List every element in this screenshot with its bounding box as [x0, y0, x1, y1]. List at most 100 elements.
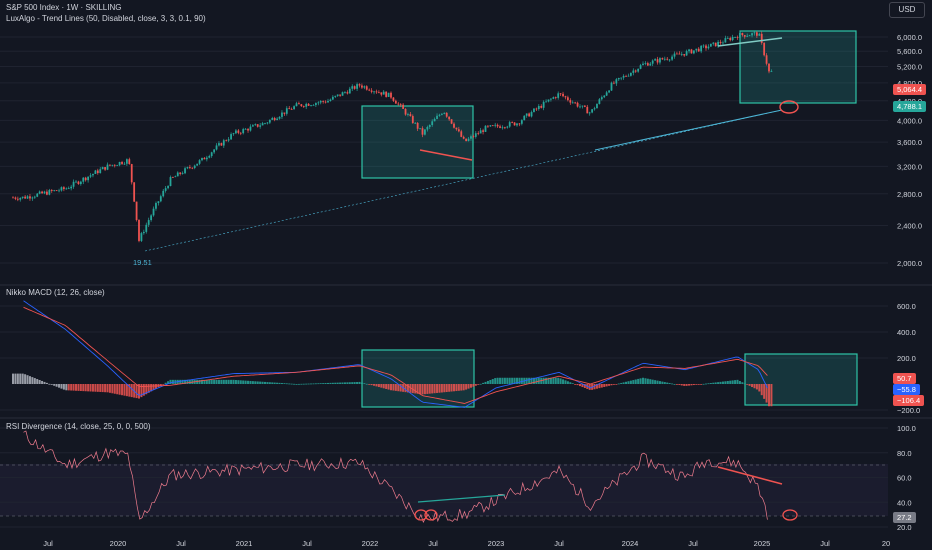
candle-body	[251, 125, 254, 127]
macd-histogram-bar	[268, 382, 271, 384]
candle-body	[365, 86, 368, 90]
macd-histogram-bar	[67, 384, 70, 391]
candle-body	[58, 190, 60, 192]
candle-body	[569, 100, 572, 103]
macd-histogram-bar	[72, 384, 75, 391]
x-tick: 2020	[110, 539, 127, 548]
macd-histogram-bar	[700, 384, 703, 385]
candle-body	[385, 91, 388, 97]
candle-body	[123, 163, 126, 165]
candle-body	[576, 102, 579, 107]
candle-body	[106, 164, 109, 170]
candle-body	[322, 101, 325, 102]
macd-histogram-bar	[89, 384, 92, 392]
macd-histogram-bar	[414, 384, 417, 394]
candle-body	[714, 42, 717, 47]
candle-body	[256, 124, 259, 127]
macd-histogram-bar	[501, 377, 504, 384]
candle-body	[443, 112, 446, 114]
candle-body	[259, 125, 262, 127]
candle-body	[218, 143, 220, 146]
candle-body	[566, 97, 569, 101]
candle-body	[89, 175, 92, 177]
candle-body	[314, 103, 317, 105]
candle-body	[336, 94, 339, 96]
macd-histogram-bar	[741, 382, 744, 384]
indicator-legend[interactable]: LuxAlgo - Trend Lines (50, Disabled, clo…	[6, 14, 206, 23]
macd-histogram-bar	[31, 377, 34, 384]
macd-histogram-bar	[637, 378, 640, 384]
macd-histogram-bar	[280, 383, 283, 384]
macd-histogram-bar	[683, 384, 686, 386]
macd-histogram-bar	[755, 384, 758, 390]
candle-body	[508, 122, 511, 127]
macd-histogram-bar	[692, 384, 695, 386]
x-tick: 2022	[362, 539, 379, 548]
macd-signal-tag: 50.7	[893, 373, 916, 384]
candle-body	[327, 101, 329, 103]
currency-button[interactable]: USD	[889, 2, 925, 18]
macd-histogram-bar	[300, 383, 303, 385]
candle-body	[331, 96, 334, 100]
price-y-tick: 5,200.0	[897, 62, 922, 71]
macd-histogram-bar	[455, 384, 458, 392]
candle-body	[201, 157, 203, 161]
candle-body	[172, 177, 174, 178]
candle-body	[428, 124, 431, 128]
macd-histogram-bar	[225, 379, 228, 384]
macd-histogram-bar	[77, 384, 80, 391]
macd-histogram-bar	[535, 377, 538, 384]
macd-histogram-bar	[273, 382, 276, 384]
macd-histogram-bar	[106, 384, 109, 393]
macd-histogram-bar	[486, 380, 489, 384]
chart-canvas[interactable]: 19.51 6,000.05,600.05,200.04,800.04,400.…	[0, 0, 932, 550]
macd-histogram-bar	[87, 384, 90, 392]
macd-histogram-bar	[445, 384, 448, 392]
macd-histogram-bar	[426, 384, 429, 394]
candle-body	[751, 33, 753, 36]
candle-body	[186, 167, 189, 169]
macd-histogram-bar	[707, 383, 710, 385]
candle-body	[484, 125, 487, 132]
candle-body	[676, 53, 678, 55]
macd-y-tick: 400.0	[897, 328, 916, 337]
candle-body	[491, 125, 494, 127]
macd-histogram-bar	[511, 377, 514, 384]
macd-pane-title[interactable]: Nikko MACD (12, 26, close)	[6, 288, 105, 297]
candle-body	[12, 197, 14, 199]
macd-histogram-bar	[489, 380, 492, 384]
candle-body	[707, 46, 710, 49]
macd-histogram-bar	[702, 383, 705, 385]
macd-histogram-bar	[305, 383, 308, 385]
candle-body	[520, 120, 523, 124]
candle-body	[227, 139, 230, 141]
candle-body	[225, 140, 228, 142]
macd-histogram-bar	[743, 383, 746, 385]
macd-histogram-bar	[663, 382, 666, 384]
rsi-pane-title[interactable]: RSI Divergence (14, close, 25, 0, 0, 500…	[6, 422, 151, 431]
macd-histogram-bar	[261, 381, 264, 384]
candle-body	[361, 85, 363, 88]
candle-body	[743, 35, 746, 37]
candle-body	[421, 128, 424, 135]
macd-histogram-bar	[758, 384, 761, 392]
macd-histogram-bar	[598, 384, 601, 389]
macd-histogram-bar	[632, 380, 635, 384]
price-box-2022	[361, 105, 474, 179]
macd-histogram-bar	[469, 384, 472, 388]
macd-histogram-bar	[96, 384, 99, 392]
macd-histogram-bar	[453, 384, 455, 392]
candle-body	[719, 41, 722, 44]
candle-body	[377, 92, 380, 94]
macd-histogram-bar	[673, 384, 676, 385]
candle-body	[339, 94, 342, 96]
macd-histogram-bar	[307, 383, 310, 385]
candle-body	[293, 106, 295, 110]
macd-histogram-bar	[266, 382, 269, 384]
macd-histogram-bar	[552, 377, 555, 384]
macd-histogram-bar	[217, 379, 220, 384]
macd-histogram-bar	[111, 384, 114, 394]
candle-body	[506, 126, 509, 128]
candle-body	[680, 54, 683, 55]
candle-body	[659, 58, 661, 63]
